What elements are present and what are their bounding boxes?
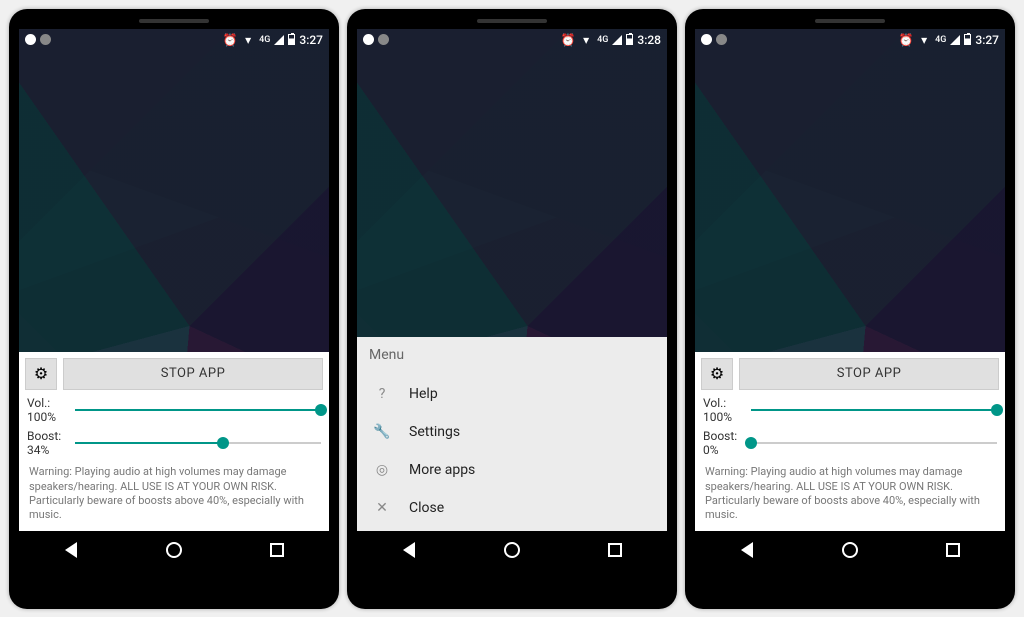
stop-app-label: STOP APP	[161, 366, 226, 381]
home-button[interactable]	[502, 540, 522, 560]
volume-slider[interactable]	[75, 400, 321, 420]
phone-3: ⏰ ▾ 4G 3:27 ⚙ STOP APP Vol.: 100%	[685, 9, 1015, 609]
warning-text: Warning: Playing audio at high volumes m…	[701, 461, 999, 524]
network-label: 4G	[597, 35, 608, 45]
signal-icon	[274, 35, 284, 45]
settings-button[interactable]: ⚙	[25, 358, 57, 390]
close-icon: ✕	[373, 500, 391, 516]
network-label: 4G	[935, 35, 946, 45]
boost-slider[interactable]	[751, 433, 997, 453]
settings-icon: 🔧	[373, 424, 391, 440]
control-panel: ⚙ STOP APP Vol.: 100% Boost	[19, 352, 329, 531]
warning-text: Warning: Playing audio at high volumes m…	[25, 461, 323, 524]
volume-row: Vol.: 100%	[703, 396, 997, 425]
wifi-icon: ▾	[579, 33, 593, 47]
menu-panel: Menu ? Help 🔧 Settings ◎ More apps ✕ Clo…	[357, 337, 667, 531]
nav-bar	[357, 531, 667, 569]
menu-item-help[interactable]: ? Help	[369, 375, 655, 413]
back-icon	[65, 542, 77, 558]
gear-icon: ⚙	[710, 364, 724, 383]
volume-value: 100%	[27, 410, 69, 424]
volume-label: Vol.:	[27, 396, 69, 410]
notification-dot-icon	[378, 34, 389, 45]
home-icon	[842, 542, 858, 558]
menu-item-settings[interactable]: 🔧 Settings	[369, 413, 655, 451]
stop-app-label: STOP APP	[837, 366, 902, 381]
menu-item-more-apps[interactable]: ◎ More apps	[369, 451, 655, 489]
menu-item-label: Settings	[409, 424, 460, 440]
home-icon	[504, 542, 520, 558]
alarm-icon: ⏰	[223, 33, 237, 47]
recent-button[interactable]	[605, 540, 625, 560]
home-button[interactable]	[164, 540, 184, 560]
speaker-slot	[139, 19, 209, 23]
wifi-icon: ▾	[917, 33, 931, 47]
settings-button[interactable]: ⚙	[701, 358, 733, 390]
back-button[interactable]	[737, 540, 757, 560]
status-bar: ⏰ ▾ 4G 3:27	[19, 29, 329, 51]
recent-button[interactable]	[267, 540, 287, 560]
menu-title: Menu	[369, 347, 655, 363]
boost-value: 0%	[703, 443, 745, 457]
back-button[interactable]	[61, 540, 81, 560]
back-icon	[403, 542, 415, 558]
phone-2: ⏰ ▾ 4G 3:28 Menu ? Help 🔧 Settings ◎ Mor…	[347, 9, 677, 609]
recent-icon	[270, 543, 284, 557]
boost-row: Boost: 0%	[703, 429, 997, 458]
phone-1: ⏰ ▾ 4G 3:27 ⚙ STOP APP Vol.: 100%	[9, 9, 339, 609]
help-icon: ?	[373, 386, 391, 402]
nav-bar	[19, 531, 329, 569]
stop-app-button[interactable]: STOP APP	[63, 358, 323, 390]
notification-dot-icon	[363, 34, 374, 45]
menu-item-label: Close	[409, 500, 444, 516]
boost-row: Boost: 34%	[27, 429, 321, 458]
signal-icon	[950, 35, 960, 45]
recent-button[interactable]	[943, 540, 963, 560]
menu-item-label: Help	[409, 386, 438, 402]
menu-item-close[interactable]: ✕ Close	[369, 489, 655, 527]
alarm-icon: ⏰	[561, 33, 575, 47]
alarm-icon: ⏰	[899, 33, 913, 47]
speaker-slot	[477, 19, 547, 23]
notification-dot-icon	[716, 34, 727, 45]
battery-icon	[626, 34, 633, 45]
clock-label: 3:28	[637, 33, 661, 47]
screen: ⏰ ▾ 4G 3:28 Menu ? Help 🔧 Settings ◎ Mor…	[357, 29, 667, 569]
recent-icon	[946, 543, 960, 557]
stop-app-button[interactable]: STOP APP	[739, 358, 999, 390]
boost-slider[interactable]	[75, 433, 321, 453]
notification-dot-icon	[701, 34, 712, 45]
volume-label: Vol.:	[703, 396, 745, 410]
gear-icon: ⚙	[34, 364, 48, 383]
notification-dot-icon	[40, 34, 51, 45]
battery-icon	[964, 34, 971, 45]
home-button[interactable]	[840, 540, 860, 560]
boost-value: 34%	[27, 443, 69, 457]
status-bar: ⏰ ▾ 4G 3:28	[357, 29, 667, 51]
volume-slider[interactable]	[751, 400, 997, 420]
wifi-icon: ▾	[241, 33, 255, 47]
battery-icon	[288, 34, 295, 45]
home-icon	[166, 542, 182, 558]
network-label: 4G	[259, 35, 270, 45]
boost-label: Boost:	[703, 429, 745, 443]
clock-label: 3:27	[975, 33, 999, 47]
recent-icon	[608, 543, 622, 557]
control-panel: ⚙ STOP APP Vol.: 100% Boost	[695, 352, 1005, 531]
volume-row: Vol.: 100%	[27, 396, 321, 425]
boost-label: Boost:	[27, 429, 69, 443]
more-apps-icon: ◎	[373, 462, 391, 478]
screen: ⏰ ▾ 4G 3:27 ⚙ STOP APP Vol.: 100%	[19, 29, 329, 569]
back-icon	[741, 542, 753, 558]
screen: ⏰ ▾ 4G 3:27 ⚙ STOP APP Vol.: 100%	[695, 29, 1005, 569]
volume-value: 100%	[703, 410, 745, 424]
status-bar: ⏰ ▾ 4G 3:27	[695, 29, 1005, 51]
menu-item-label: More apps	[409, 462, 475, 478]
signal-icon	[612, 35, 622, 45]
back-button[interactable]	[399, 540, 419, 560]
nav-bar	[695, 531, 1005, 569]
speaker-slot	[815, 19, 885, 23]
clock-label: 3:27	[299, 33, 323, 47]
notification-dot-icon	[25, 34, 36, 45]
